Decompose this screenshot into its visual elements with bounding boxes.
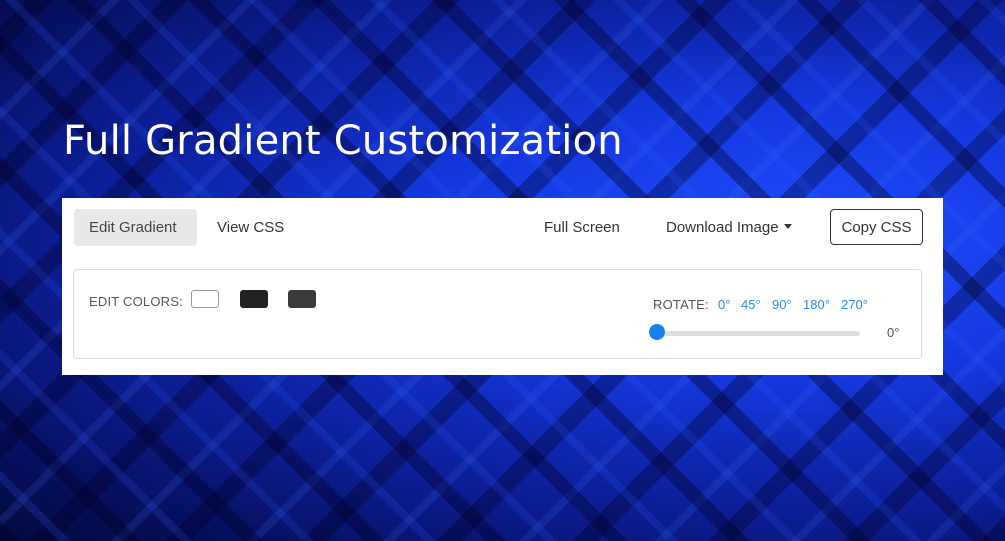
rotate-option-0[interactable]: 0° xyxy=(718,297,730,312)
gradient-editor-panel: Edit Gradient View CSS Full Screen Downl… xyxy=(62,198,943,375)
download-image-dropdown[interactable]: Download Image xyxy=(651,209,807,246)
rotate-option-180[interactable]: 180° xyxy=(803,297,830,312)
rotation-value: 0° xyxy=(887,325,900,340)
color-swatch-1[interactable] xyxy=(191,290,219,308)
edit-card: EDIT COLORS: ROTATE: 0° 45° 90° 180° 270… xyxy=(73,269,922,359)
edit-colors-label: EDIT COLORS: xyxy=(89,294,183,309)
rotate-option-45[interactable]: 45° xyxy=(741,297,761,312)
caret-down-icon xyxy=(783,223,792,229)
page-title: Full Gradient Customization xyxy=(63,118,623,164)
rotation-slider-track[interactable] xyxy=(657,331,860,336)
download-image-label: Download Image xyxy=(666,219,779,236)
rotate-option-90[interactable]: 90° xyxy=(772,297,792,312)
rotate-option-270[interactable]: 270° xyxy=(841,297,868,312)
tab-view-css[interactable]: View CSS xyxy=(202,209,299,246)
rotate-label: ROTATE: xyxy=(653,297,709,312)
rotation-slider-thumb[interactable] xyxy=(649,324,665,340)
tab-edit-gradient[interactable]: Edit Gradient xyxy=(74,209,197,246)
copy-css-button[interactable]: Copy CSS xyxy=(830,209,923,245)
color-swatch-3[interactable] xyxy=(288,290,316,308)
full-screen-button[interactable]: Full Screen xyxy=(529,209,635,246)
color-swatch-2[interactable] xyxy=(240,290,268,308)
